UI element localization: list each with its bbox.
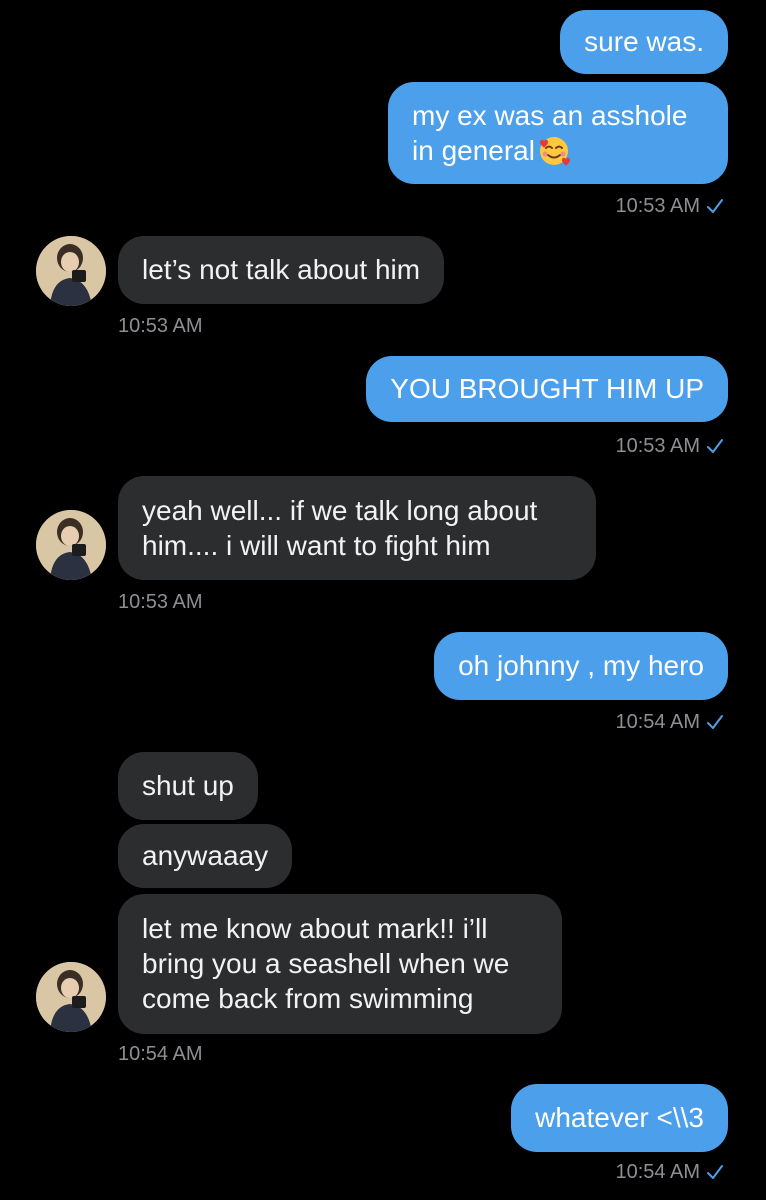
person-photo-icon <box>36 962 106 1032</box>
person-photo-icon <box>36 510 106 580</box>
incoming-message[interactable]: shut up <box>118 752 258 820</box>
message-line: come back from swimming <box>142 983 474 1014</box>
check-icon <box>707 1165 723 1179</box>
outgoing-message[interactable]: YOU BROUGHT HIM UP <box>366 356 728 422</box>
outgoing-message[interactable]: sure was. <box>560 10 728 74</box>
outgoing-message[interactable]: my ex was an asshole in general <box>388 82 728 184</box>
avatar[interactable] <box>36 236 106 306</box>
message-line-text: in general <box>412 135 535 166</box>
person-photo-icon <box>36 236 106 306</box>
check-icon <box>707 439 723 453</box>
check-icon <box>707 715 723 729</box>
smiling-face-with-hearts-icon <box>539 137 570 166</box>
message-line: let me know about mark!! i’ll <box>142 913 488 944</box>
message-timestamp: 10:53 AM <box>615 434 724 458</box>
timestamp-text: 10:54 AM <box>615 1161 700 1183</box>
message-timestamp: 10:53 AM <box>615 194 724 218</box>
message-line: my ex was an asshole <box>412 100 688 131</box>
check-icon <box>707 199 723 213</box>
outgoing-message[interactable]: oh johnny , my hero <box>434 632 728 700</box>
message-timestamp: 10:53 AM <box>118 591 203 613</box>
outgoing-message[interactable]: whatever <\\3 <box>511 1084 728 1152</box>
incoming-message[interactable]: let’s not talk about him <box>118 236 445 304</box>
incoming-message[interactable]: yeah well... if we talk long about him..… <box>118 476 596 580</box>
timestamp-text: 10:54 AM <box>615 711 700 733</box>
message-line: yeah well... if we talk long about <box>142 495 538 526</box>
message-line: bring you a seashell when we <box>142 948 510 979</box>
message-timestamp: 10:53 AM <box>118 315 203 337</box>
incoming-message[interactable]: anywaaay <box>118 824 293 888</box>
message-timestamp: 10:54 AM <box>615 710 724 734</box>
timestamp-text: 10:53 AM <box>615 435 700 457</box>
message-timestamp: 10:54 AM <box>118 1043 203 1065</box>
incoming-message[interactable]: let me know about mark!! i’ll bring you … <box>118 894 562 1034</box>
message-timestamp: 10:54 AM <box>615 1160 724 1184</box>
message-line: him.... i will want to fight him <box>142 530 491 561</box>
avatar[interactable] <box>36 510 106 580</box>
avatar[interactable] <box>36 962 106 1032</box>
message-line: in general <box>412 133 704 168</box>
timestamp-text: 10:53 AM <box>615 195 700 217</box>
chat-thread: sure was. my ex was an asshole in genera… <box>0 0 766 1200</box>
